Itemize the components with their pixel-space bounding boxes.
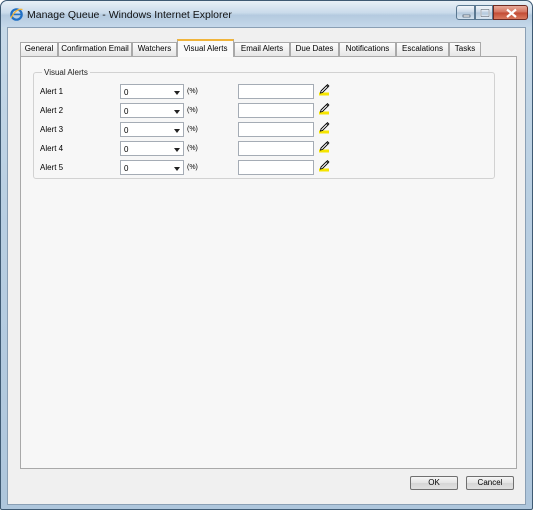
minimize-icon <box>462 14 471 18</box>
pencil-icon[interactable] <box>318 158 330 172</box>
tab-watchers[interactable]: Watchers <box>132 42 177 56</box>
dialog-body: General Confirmation Email Watchers Visu… <box>7 27 526 505</box>
visual-alerts-panel: Visual Alerts Alert 1 0 (%) Alert 2 0 (%… <box>20 56 517 469</box>
dropdown-arrow-icon <box>174 91 180 95</box>
percent-unit: (%) <box>187 164 198 171</box>
alert-color-input[interactable] <box>238 122 314 137</box>
pencil-icon[interactable] <box>318 101 330 115</box>
tab-notifications[interactable]: Notifications <box>339 42 396 56</box>
window-title: Manage Queue - Windows Internet Explorer <box>27 9 232 21</box>
alert-percent-select[interactable]: 0 <box>120 84 184 99</box>
tab-confirmation-email[interactable]: Confirmation Email <box>58 42 132 56</box>
alert-color-input[interactable] <box>238 103 314 118</box>
select-value: 0 <box>124 107 129 116</box>
close-button[interactable] <box>493 5 528 20</box>
maximize-icon <box>480 8 490 18</box>
title-bar[interactable]: Manage Queue - Windows Internet Explorer <box>1 1 532 27</box>
select-value: 0 <box>124 145 129 154</box>
select-value: 0 <box>124 164 129 173</box>
tab-email-alerts[interactable]: Email Alerts <box>234 42 290 56</box>
alert-percent-select[interactable]: 0 <box>120 141 184 156</box>
pencil-icon[interactable] <box>318 82 330 96</box>
internet-explorer-icon <box>10 8 23 21</box>
tab-due-dates[interactable]: Due Dates <box>290 42 339 56</box>
cancel-button[interactable]: Cancel <box>466 476 514 490</box>
alert-label: Alert 3 <box>40 125 64 134</box>
alert-color-input[interactable] <box>238 160 314 175</box>
minimize-button[interactable] <box>456 5 475 20</box>
dropdown-arrow-icon <box>174 129 180 133</box>
pencil-icon[interactable] <box>318 120 330 134</box>
percent-unit: (%) <box>187 145 198 152</box>
tab-general[interactable]: General <box>20 42 58 56</box>
tab-escalations[interactable]: Escalations <box>396 42 449 56</box>
alert-color-input[interactable] <box>238 84 314 99</box>
alert-label: Alert 2 <box>40 106 64 115</box>
tab-visual-alerts[interactable]: Visual Alerts <box>177 39 234 57</box>
alert-label: Alert 5 <box>40 163 64 172</box>
dropdown-arrow-icon <box>174 148 180 152</box>
percent-unit: (%) <box>187 88 198 95</box>
percent-unit: (%) <box>187 126 198 133</box>
alert-label: Alert 4 <box>40 144 64 153</box>
ok-button[interactable]: OK <box>410 476 458 490</box>
select-value: 0 <box>124 126 129 135</box>
percent-unit: (%) <box>187 107 198 114</box>
close-icon <box>506 8 517 18</box>
alert-percent-select[interactable]: 0 <box>120 160 184 175</box>
visual-alerts-fieldset: Visual Alerts Alert 1 0 (%) Alert 2 0 (%… <box>33 68 495 179</box>
pencil-icon[interactable] <box>318 139 330 153</box>
alert-percent-select[interactable]: 0 <box>120 122 184 137</box>
dropdown-arrow-icon <box>174 110 180 114</box>
alert-percent-select[interactable]: 0 <box>120 103 184 118</box>
fieldset-legend: Visual Alerts <box>42 68 90 77</box>
select-value: 0 <box>124 88 129 97</box>
ie-dialog-window: Manage Queue - Windows Internet Explorer… <box>0 0 533 510</box>
alert-label: Alert 1 <box>40 87 64 96</box>
maximize-button[interactable] <box>475 5 493 20</box>
alert-color-input[interactable] <box>238 141 314 156</box>
tab-tasks[interactable]: Tasks <box>449 42 481 56</box>
dropdown-arrow-icon <box>174 167 180 171</box>
